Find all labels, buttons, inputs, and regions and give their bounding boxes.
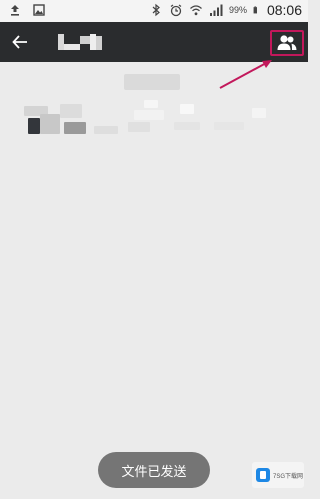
bluetooth-icon bbox=[152, 3, 160, 17]
upload-icon bbox=[11, 5, 19, 16]
redacted-block bbox=[64, 122, 86, 134]
message-time-chip bbox=[124, 74, 180, 90]
redacted-block bbox=[144, 100, 158, 108]
site-watermark: 7SG下载网 bbox=[252, 462, 304, 488]
clock-time: 08:06 bbox=[266, 2, 302, 18]
redacted-block bbox=[252, 108, 266, 118]
chat-title-redacted bbox=[58, 34, 102, 50]
status-left-icons bbox=[8, 3, 46, 17]
signal-icon bbox=[209, 4, 223, 16]
toast-text: 文件已发送 bbox=[121, 464, 187, 480]
redacted-block bbox=[174, 122, 200, 130]
back-button[interactable] bbox=[6, 28, 34, 56]
battery-icon bbox=[253, 6, 257, 14]
chat-message-redacted bbox=[24, 100, 284, 138]
redacted-block bbox=[128, 122, 150, 132]
chat-members-button[interactable] bbox=[270, 30, 304, 56]
redacted-block bbox=[134, 110, 164, 120]
people-icon bbox=[277, 35, 297, 50]
redacted-block bbox=[94, 126, 118, 134]
wifi-icon bbox=[190, 5, 202, 16]
battery-percent: 99% bbox=[228, 5, 247, 15]
alarm-icon bbox=[170, 4, 182, 17]
status-bar: 99% 08:06 bbox=[0, 0, 308, 22]
status-right-icons: 99% 08:06 bbox=[149, 2, 302, 18]
watermark-logo-icon bbox=[256, 468, 270, 482]
redacted-block bbox=[40, 114, 60, 134]
toast-message: 文件已发送 bbox=[98, 452, 210, 488]
watermark-text: 7SG下载网 bbox=[273, 473, 304, 480]
redacted-block bbox=[180, 104, 194, 114]
arrow-left-icon bbox=[12, 35, 27, 49]
redacted-block bbox=[28, 118, 40, 134]
redacted-block bbox=[214, 122, 244, 130]
chat-header bbox=[0, 22, 308, 62]
image-icon bbox=[33, 4, 45, 16]
redacted-block bbox=[60, 104, 82, 118]
